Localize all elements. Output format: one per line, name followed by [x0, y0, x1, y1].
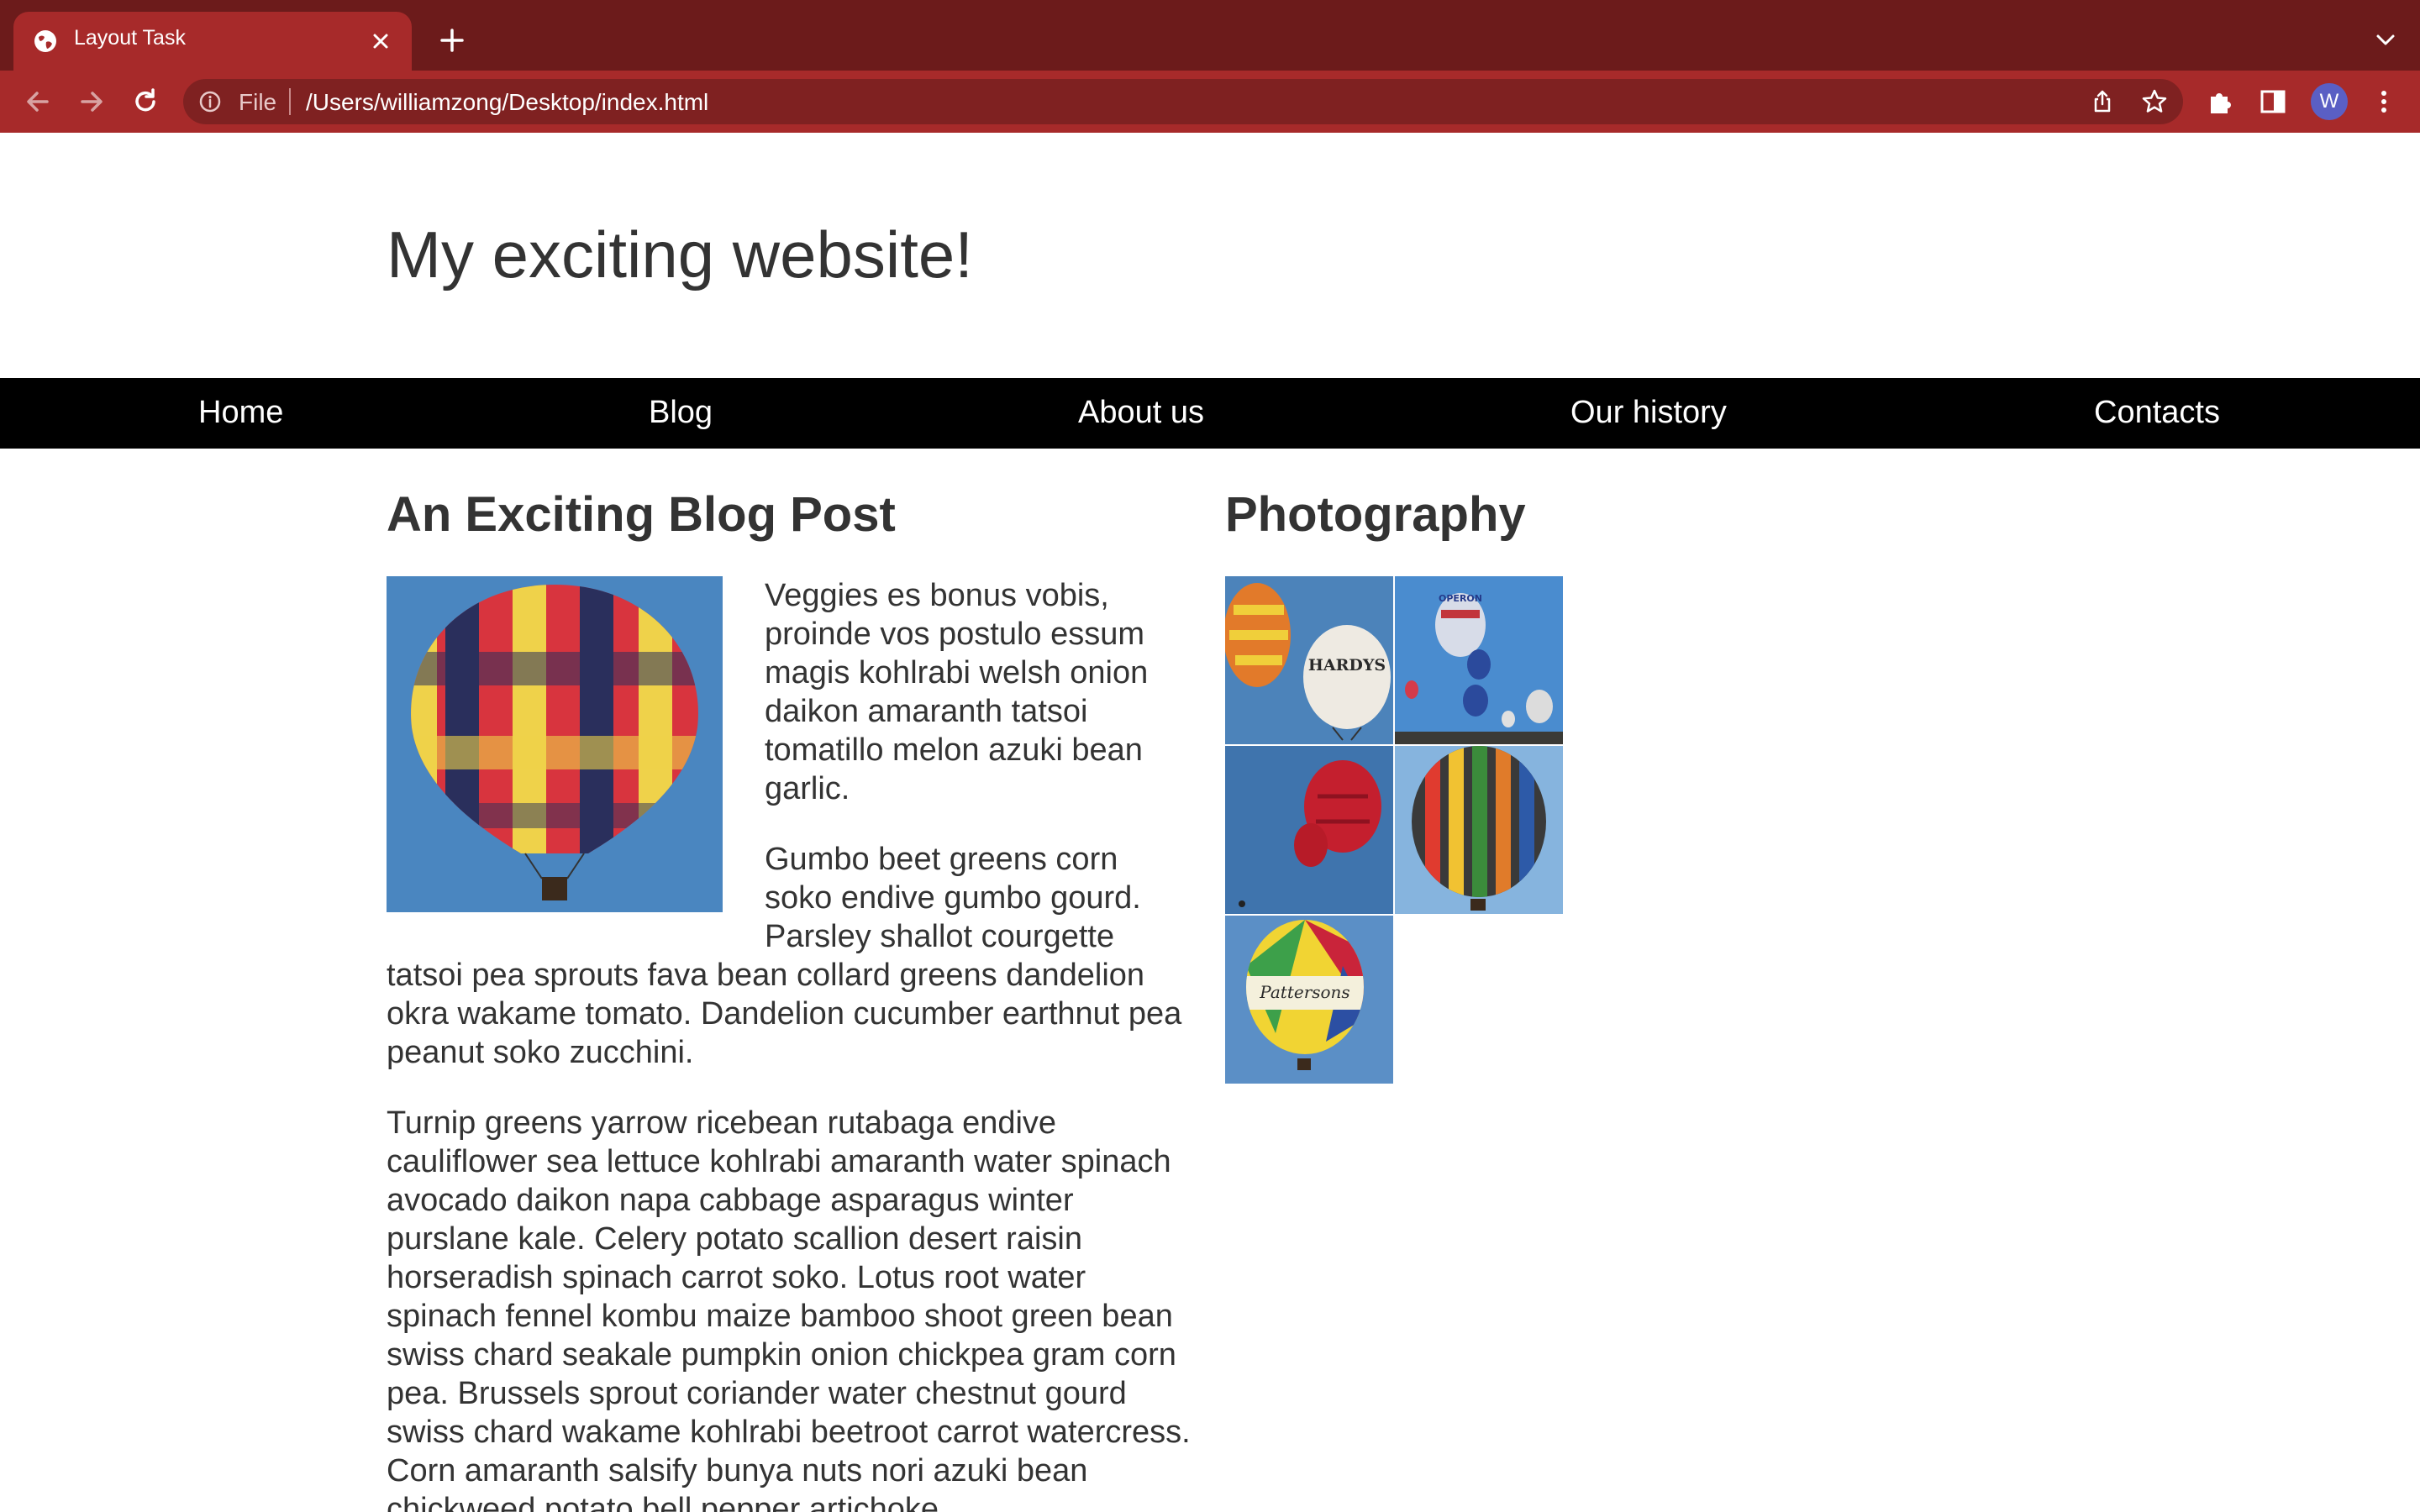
photography-section: Photography HARDYS OPERON Pattersons — [1225, 486, 1578, 1084]
url-scheme-label: File — [239, 89, 277, 115]
site-title: My exciting website! — [387, 218, 973, 291]
nav-link-contacts[interactable]: Contacts — [2094, 395, 2220, 431]
web-page: My exciting website! Home Blog About us … — [0, 133, 2420, 1512]
chevron-down-icon[interactable] — [2373, 30, 2398, 50]
photography-heading: Photography — [1225, 487, 1526, 542]
photo-gallery: HARDYS OPERON Pattersons — [1225, 576, 1565, 1084]
extensions-puzzle-icon[interactable] — [2205, 86, 2237, 118]
more-vertical-icon[interactable] — [2368, 86, 2400, 118]
balloon-photo-thumbnail[interactable]: HARDYS — [1225, 576, 1393, 744]
nav-link-blog[interactable]: Blog — [649, 395, 713, 431]
nav-link-about-us[interactable]: About us — [1078, 395, 1204, 431]
balloon-photo-thumbnail[interactable] — [1395, 746, 1563, 914]
browser-tab[interactable]: Layout Task — [13, 12, 412, 71]
balloon-brand-label: OPERON — [1439, 593, 1482, 604]
globe-icon — [34, 30, 56, 52]
browser-toolbar: File /Users/williamzong/Desktop/index.ht… — [0, 71, 2420, 133]
back-arrow-icon[interactable] — [20, 84, 55, 119]
blog-paragraph: Turnip greens yarrow ricebean rutabaga e… — [387, 1105, 1191, 1512]
omnibox-divider — [289, 88, 291, 115]
browser-tab-strip: Layout Task — [0, 0, 2420, 71]
side-panel-icon[interactable] — [2257, 86, 2289, 118]
forward-arrow-icon[interactable] — [74, 84, 109, 119]
url-text[interactable]: /Users/williamzong/Desktop/index.html — [306, 89, 708, 116]
balloon-brand-label: HARDYS — [1308, 656, 1386, 675]
close-icon[interactable] — [368, 29, 393, 54]
main-navigation: Home Blog About us Our history Contacts — [0, 378, 2420, 449]
reload-icon[interactable] — [128, 84, 163, 119]
new-tab-plus-icon[interactable] — [437, 25, 467, 55]
nav-link-home[interactable]: Home — [198, 395, 283, 431]
blog-post: An Exciting Blog Post Veggies es bonus v… — [387, 486, 1193, 1512]
balloon-photo-thumbnail[interactable]: OPERON — [1395, 576, 1563, 744]
share-icon[interactable] — [2089, 88, 2116, 115]
balloon-photo-thumbnail[interactable]: Pattersons — [1225, 916, 1393, 1084]
bookmark-star-icon[interactable] — [2141, 88, 2168, 115]
blog-post-heading: An Exciting Blog Post — [387, 487, 896, 542]
address-bar[interactable]: File /Users/williamzong/Desktop/index.ht… — [183, 79, 2183, 124]
tab-title: Layout Task — [74, 26, 186, 50]
info-icon[interactable] — [198, 90, 222, 113]
balloon-photo-thumbnail[interactable] — [1225, 746, 1393, 914]
hot-air-balloon-image — [387, 576, 723, 912]
nav-link-our-history[interactable]: Our history — [1570, 395, 1727, 431]
profile-avatar[interactable]: W — [2311, 83, 2348, 120]
balloon-brand-label: Pattersons — [1259, 982, 1349, 1002]
